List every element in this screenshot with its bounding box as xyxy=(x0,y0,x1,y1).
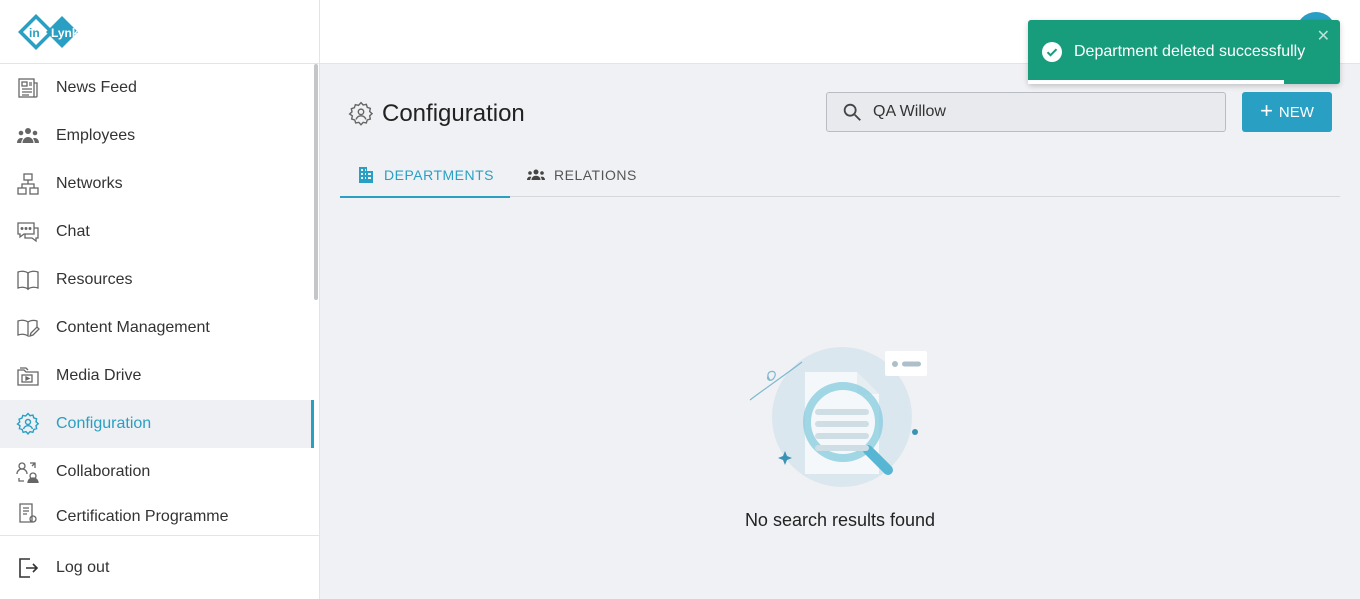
sidebar-item-label: Employees xyxy=(56,127,136,144)
sidebar-item-news-feed[interactable]: News Feed xyxy=(0,64,314,112)
group-icon xyxy=(526,165,546,185)
main-content: Configuration + NEW DEPARTMENTS RELATION… xyxy=(320,64,1360,599)
svg-text:Lynk: Lynk xyxy=(51,26,79,40)
sidebar-item-employees[interactable]: Employees xyxy=(0,112,314,160)
check-circle-icon xyxy=(1042,42,1062,62)
logout-icon xyxy=(16,556,40,580)
empty-state-text: No search results found xyxy=(744,510,936,530)
toast-message: Department deleted successfully xyxy=(1074,43,1306,60)
plus-icon: + xyxy=(1260,98,1273,123)
sidebar-item-media-drive[interactable]: Media Drive xyxy=(0,352,314,400)
sidebar-item-resources[interactable]: Resources xyxy=(0,256,314,304)
sidebar-item-label: Collaboration xyxy=(56,463,151,480)
building-icon xyxy=(356,165,376,185)
sidebar-item-content-management[interactable]: Content Management xyxy=(0,304,314,352)
tab-label: DEPARTMENTS xyxy=(384,166,494,183)
logout-label: Log out xyxy=(56,558,110,576)
sidebar-nav: News Feed Employees Networks Chat Resour… xyxy=(0,64,320,534)
collaboration-icon xyxy=(16,460,40,484)
sidebar-item-label: Resources xyxy=(56,271,133,288)
sidebar-item-certification-programme[interactable]: Certification Programme xyxy=(0,496,314,526)
logout-button[interactable]: Log out xyxy=(0,535,320,599)
page-title-text: Configuration xyxy=(382,100,525,127)
inlynk-logo[interactable]: in Lynk xyxy=(16,12,84,52)
logo-area: in Lynk xyxy=(0,0,319,64)
tabs: DEPARTMENTS RELATIONS xyxy=(340,152,1340,198)
close-icon[interactable]: ✕ xyxy=(1317,26,1330,46)
sidebar-item-label: Networks xyxy=(56,175,123,192)
sidebar-item-label: Chat xyxy=(56,223,90,240)
network-icon xyxy=(16,172,40,196)
success-toast: Department deleted successfully ✕ xyxy=(1028,20,1340,84)
sidebar-item-networks[interactable]: Networks xyxy=(0,160,314,208)
content-icon xyxy=(16,316,40,340)
gear-person-icon xyxy=(16,412,40,436)
sidebar-scrollbar[interactable] xyxy=(314,64,318,300)
sidebar-item-chat[interactable]: Chat xyxy=(0,208,314,256)
people-icon xyxy=(16,124,40,148)
tab-relations[interactable]: RELATIONS xyxy=(510,152,653,197)
svg-text:in: in xyxy=(29,26,40,40)
newspaper-icon xyxy=(16,76,40,100)
new-button[interactable]: + NEW xyxy=(1242,92,1332,132)
chat-icon xyxy=(16,220,40,244)
sidebar-item-label: Configuration xyxy=(56,415,152,432)
new-button-label: NEW xyxy=(1278,103,1314,121)
toast-progress-bar xyxy=(1028,80,1284,84)
search-icon xyxy=(841,101,863,123)
sidebar-item-label: Media Drive xyxy=(56,367,142,384)
sidebar-item-collaboration[interactable]: Collaboration xyxy=(0,448,314,496)
tab-label: RELATIONS xyxy=(554,166,637,183)
gear-person-icon xyxy=(348,101,374,127)
media-drive-icon xyxy=(16,364,40,388)
sidebar: in Lynk News Feed Employees Networks Cha… xyxy=(0,0,320,599)
empty-state-illustration xyxy=(749,347,927,487)
sidebar-item-label: News Feed xyxy=(56,79,137,96)
search-box[interactable] xyxy=(826,92,1226,132)
sidebar-item-label: Content Management xyxy=(56,319,210,336)
sidebar-item-configuration[interactable]: Configuration xyxy=(0,400,314,448)
page-title: Configuration xyxy=(348,100,525,128)
search-input[interactable] xyxy=(873,103,1203,121)
sidebar-item-label: Certification Programme xyxy=(56,508,229,525)
certificate-icon xyxy=(16,502,40,526)
book-icon xyxy=(16,268,40,292)
tab-departments[interactable]: DEPARTMENTS xyxy=(340,152,510,198)
